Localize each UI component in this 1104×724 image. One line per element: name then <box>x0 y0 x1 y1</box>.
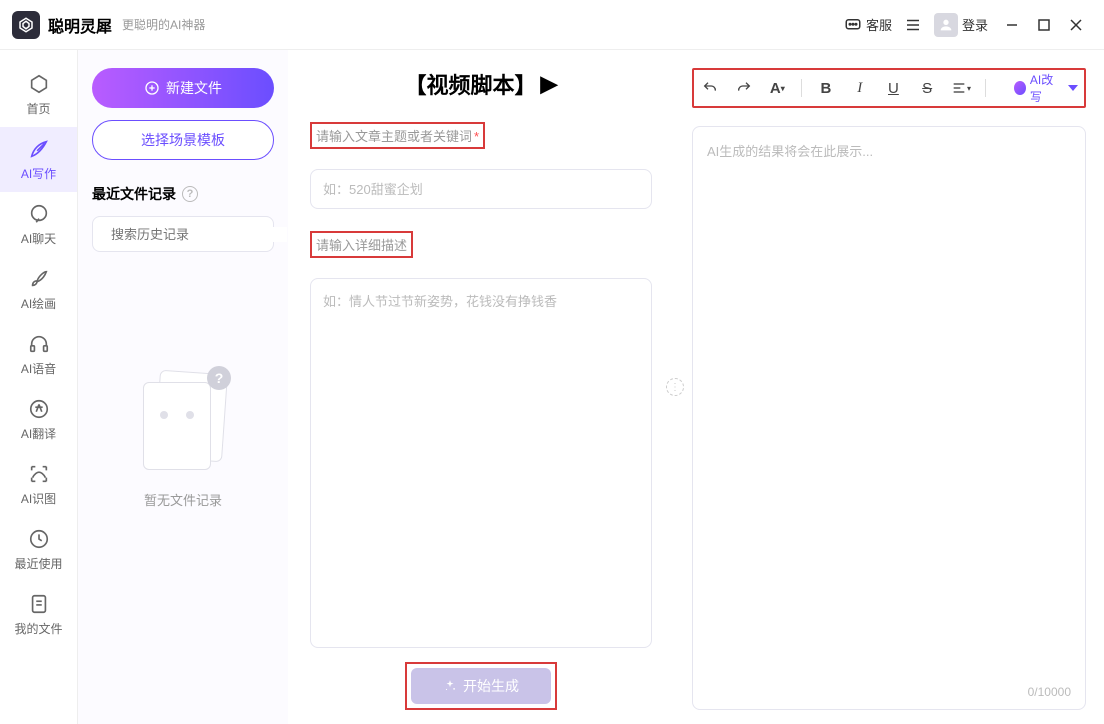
headphone-icon <box>27 332 51 356</box>
empty-illustration: ? <box>143 372 223 472</box>
generate-button[interactable]: 开始生成 <box>411 668 551 704</box>
output-textarea[interactable]: AI生成的结果将会在此展示... 0/10000 <box>692 126 1086 710</box>
help-icon[interactable]: ? <box>182 186 198 202</box>
empty-state: ? 暂无文件记录 <box>92 372 274 509</box>
italic-button[interactable]: I <box>850 77 870 99</box>
redo-button[interactable] <box>734 77 754 99</box>
rail-ai-voice[interactable]: AI语音 <box>0 322 77 387</box>
app-logo <box>12 11 40 39</box>
font-color-button[interactable]: A▾ <box>767 77 787 99</box>
minimize-button[interactable] <box>996 9 1028 41</box>
search-history-box[interactable] <box>92 216 274 252</box>
image-scan-icon <box>27 462 51 486</box>
app-title: 聪明灵犀 <box>48 13 112 37</box>
history-icon <box>27 527 51 551</box>
form-column: 【视频脚本】 ▶ 请输入文章主题或者关键词* 请输入详细描述 开始生成 ⋮ <box>288 50 674 724</box>
brush-icon <box>27 267 51 291</box>
plus-circle-icon <box>144 80 160 96</box>
strikethrough-button[interactable]: S <box>917 77 937 99</box>
editor-toolbar: A▾ B I U S ▾ AI改写 <box>700 74 1078 102</box>
play-icon: ▶ <box>541 71 558 97</box>
topic-input[interactable] <box>310 169 652 209</box>
home-icon <box>27 72 51 96</box>
file-panel: 新建文件 选择场景模板 最近文件记录 ? ? 暂无文件记录 <box>78 50 288 724</box>
maximize-button[interactable] <box>1028 9 1060 41</box>
ai-rewrite-button[interactable]: AI改写 <box>1014 71 1078 105</box>
file-icon <box>27 592 51 616</box>
search-history-input[interactable] <box>111 227 287 242</box>
rail-home[interactable]: 首页 <box>0 62 77 127</box>
undo-button[interactable] <box>700 77 720 99</box>
rail-ai-translate[interactable]: AI翻译 <box>0 387 77 452</box>
bold-button[interactable]: B <box>816 77 836 99</box>
app-subtitle: 更聪明的AI神器 <box>122 16 205 33</box>
quill-icon <box>27 137 51 161</box>
underline-button[interactable]: U <box>884 77 904 99</box>
chat-icon <box>27 202 51 226</box>
align-button[interactable]: ▾ <box>951 77 971 99</box>
rail-my-files[interactable]: 我的文件 <box>0 582 77 647</box>
rail-ai-chat[interactable]: AI聊天 <box>0 192 77 257</box>
rail-ai-image[interactable]: AI识图 <box>0 452 77 517</box>
new-file-button[interactable]: 新建文件 <box>92 68 274 108</box>
titlebar: 聪明灵犀 更聪明的AI神器 客服 登录 <box>0 0 1104 50</box>
translate-icon <box>27 397 51 421</box>
close-button[interactable] <box>1060 9 1092 41</box>
customer-service-button[interactable]: 客服 <box>836 11 900 38</box>
output-column: A▾ B I U S ▾ AI改写 AI生成的结果将会在此展示... 0/100… <box>674 50 1104 724</box>
sparkle-icon <box>443 679 457 693</box>
avatar-icon <box>934 13 958 37</box>
menu-button[interactable] <box>900 12 926 38</box>
char-counter: 0/10000 <box>1028 685 1071 699</box>
select-template-button[interactable]: 选择场景模板 <box>92 120 274 160</box>
page-title: 【视频脚本】 ▶ <box>310 68 652 100</box>
ai-rewrite-icon <box>1014 81 1026 95</box>
recent-files-heading: 最近文件记录 ? <box>92 184 274 204</box>
desc-label: 请输入详细描述 <box>310 231 413 258</box>
topic-label: 请输入文章主题或者关键词* <box>310 122 485 149</box>
rail-recent[interactable]: 最近使用 <box>0 517 77 582</box>
desc-textarea[interactable] <box>310 278 652 648</box>
login-button[interactable]: 登录 <box>926 9 996 41</box>
rail-ai-writing[interactable]: AI写作 <box>0 127 77 192</box>
divider-handle[interactable]: ⋮ <box>666 378 684 396</box>
nav-rail: 首页 AI写作 AI聊天 AI绘画 AI语音 AI翻译 AI识图 最近使用 <box>0 50 78 724</box>
rail-ai-draw[interactable]: AI绘画 <box>0 257 77 322</box>
